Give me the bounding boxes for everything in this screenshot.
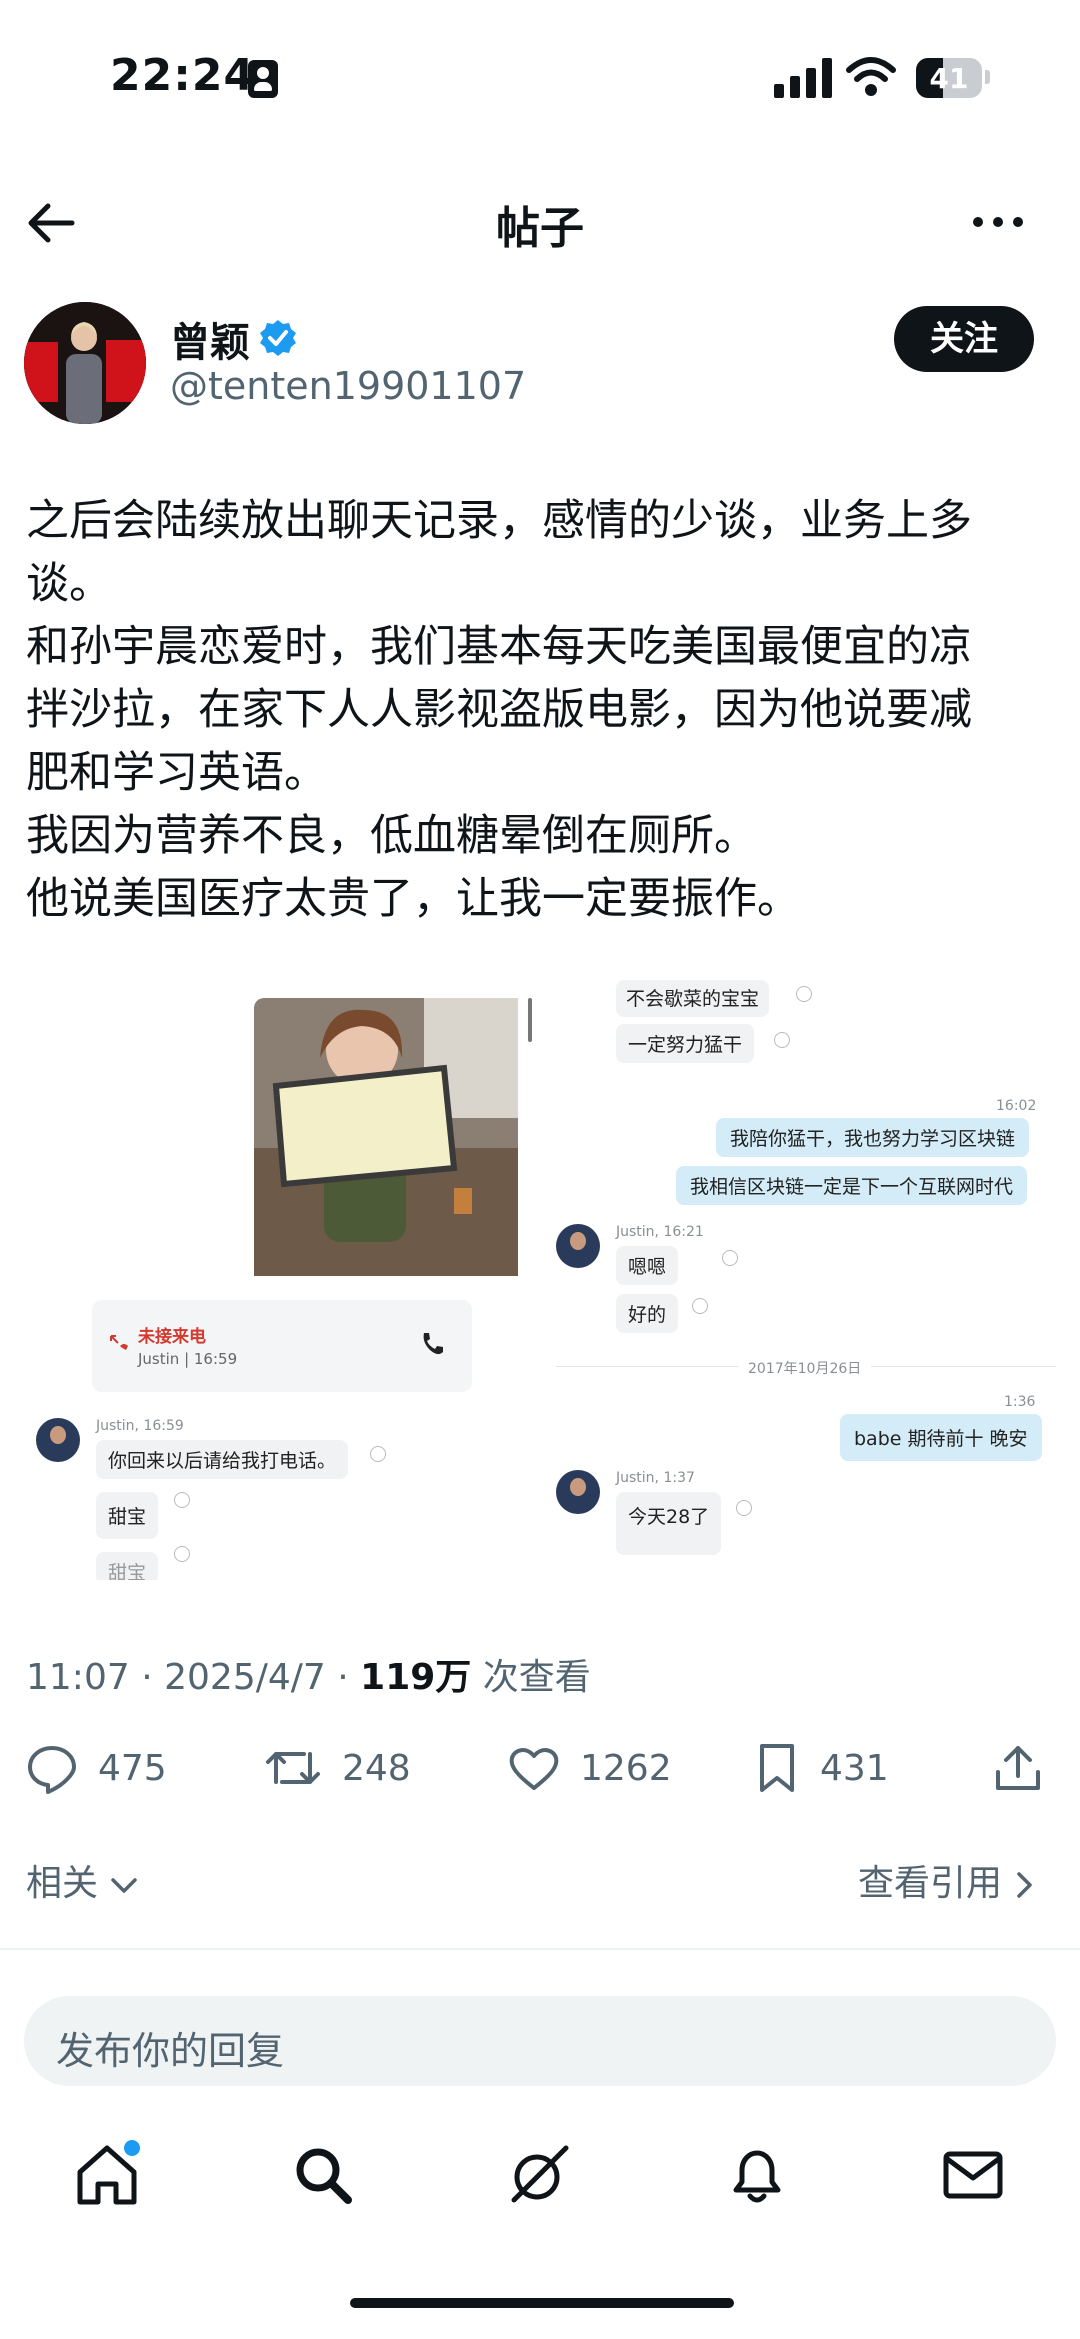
missed-call-label: 未接来电 <box>138 1327 206 1347</box>
cellular-signal-icon <box>774 58 832 98</box>
battery-level: 41 <box>929 62 969 95</box>
search-icon[interactable] <box>288 2140 358 2210</box>
author-name[interactable]: 曾颖 <box>170 310 250 368</box>
post-date: 2025/4/7 <box>164 1657 326 1698</box>
post-time: 11:07 <box>26 1657 130 1698</box>
emoji-icon <box>722 1250 738 1266</box>
bookmark-icon <box>760 1744 794 1792</box>
like-count: 1262 <box>580 1747 672 1789</box>
chat-message: 甜宝 <box>96 1492 159 1539</box>
author-avatar[interactable] <box>24 302 146 424</box>
post-line: 谈。 <box>26 559 112 609</box>
chat-message: 嗯嗯 <box>616 1246 679 1285</box>
chat-message: 好的 <box>616 1294 679 1333</box>
view-quotes-label: 查看引用 <box>858 1863 1003 1904</box>
post-line: 之后会陆续放出聊天记录，感情的少谈，业务上多 <box>26 496 972 546</box>
post-line: 和孙宇晨恋爱时，我们基本每天吃美国最便宜的凉 <box>26 622 972 672</box>
battery-tip <box>985 70 990 84</box>
chat-message: 你回来以后请给我打电话。 <box>96 1440 349 1479</box>
like-button[interactable]: 1262 <box>506 1738 672 1798</box>
date-divider: 2017年10月26日 <box>738 1358 872 1378</box>
meta-separator: · <box>141 1657 153 1698</box>
reply-placeholder: 发布你的回复 <box>56 2029 285 2073</box>
heart-icon <box>509 1748 559 1790</box>
page-title: 帖子 <box>496 203 584 254</box>
follow-button[interactable]: 关注 <box>894 306 1034 372</box>
reply-count: 475 <box>98 1747 167 1789</box>
id-card-icon <box>248 60 278 98</box>
scroll-indicator <box>528 998 532 1042</box>
reply-icon <box>28 1746 76 1794</box>
status-time: 22:24 <box>110 50 256 101</box>
justin-avatar <box>556 1224 600 1268</box>
home-indicator <box>350 2298 734 2308</box>
divider <box>0 1948 1080 1950</box>
post-text: 之后会陆续放出聊天记录，感情的少谈，业务上多 谈。 和孙宇晨恋爱时，我们基本每天… <box>26 490 1066 931</box>
repost-icon <box>266 1752 320 1784</box>
chat-message-out: 我相信区块链一定是下一个互联网时代 <box>676 1166 1028 1205</box>
notification-dot <box>124 2140 140 2156</box>
chat-time: 1:36 <box>1004 1394 1036 1410</box>
post-line: 他说美国医疗太贵了，让我一定要振作。 <box>26 874 800 924</box>
post-image[interactable]: 未接来电 Justin | 16:59 Justin, 16:59 你回来以后请… <box>26 980 1056 1580</box>
related-label: 相关 <box>26 1863 99 1904</box>
justin-avatar <box>556 1470 600 1514</box>
battery-icon: 41 <box>916 58 982 98</box>
chat-meta: Justin, 1:37 <box>616 1470 695 1486</box>
related-toggle[interactable]: 相关 <box>26 1854 139 1906</box>
repost-count: 248 <box>342 1747 411 1789</box>
missed-call-icon <box>110 1335 128 1350</box>
chat-message: 甜宝 <box>96 1552 159 1580</box>
chat-message: 一定努力猛干 <box>616 1024 755 1063</box>
share-button[interactable] <box>990 1738 1064 1798</box>
notifications-icon[interactable] <box>722 2140 792 2210</box>
emoji-icon <box>692 1298 708 1314</box>
emoji-icon <box>736 1500 752 1516</box>
emoji-icon <box>174 1492 190 1508</box>
repost-button[interactable]: 248 <box>262 1738 411 1798</box>
bookmark-count: 431 <box>820 1747 889 1789</box>
phone-icon <box>423 1333 443 1355</box>
post-meta: 11:07 · 2025/4/7 · 119万 次查看 <box>26 1648 591 1700</box>
meta-separator: · <box>337 1657 349 1698</box>
share-icon <box>996 1746 1040 1790</box>
chat-time: 16:02 <box>996 1098 1037 1114</box>
bookmark-button[interactable]: 431 <box>752 1738 889 1798</box>
chat-meta: Justin, 16:59 <box>96 1418 184 1434</box>
post-line: 拌沙拉，在家下人人影视盗版电影，因为他说要减 <box>26 685 972 735</box>
emoji-icon <box>370 1446 386 1462</box>
view-quotes-link[interactable]: 查看引用 <box>858 1854 1035 1906</box>
grok-icon[interactable] <box>504 2140 574 2210</box>
post-line: 我因为营养不良，低血糖晕倒在厕所。 <box>26 811 757 861</box>
wifi-icon <box>846 57 896 96</box>
post-line: 肥和学习英语。 <box>26 748 327 798</box>
chat-meta: Justin, 16:21 <box>616 1224 704 1240</box>
view-count: 119万 <box>360 1657 472 1698</box>
view-suffix: 次查看 <box>482 1657 591 1698</box>
emoji-icon <box>774 1032 790 1048</box>
emoji-icon <box>796 986 812 1002</box>
messages-icon[interactable] <box>938 2140 1008 2210</box>
chat-message: 不会歇菜的宝宝 <box>616 980 770 1017</box>
missed-call-card: 未接来电 Justin | 16:59 <box>92 1300 472 1392</box>
author-handle[interactable]: @tenten19901107 <box>170 364 526 408</box>
avatar-photo <box>24 302 146 424</box>
verified-badge-icon <box>260 320 296 356</box>
chevron-down-icon <box>111 1878 138 1893</box>
reply-button[interactable]: 475 <box>24 1738 167 1798</box>
missed-call-sub: Justin | 16:59 <box>138 1350 238 1368</box>
chat-message-out: babe 期待前十 晚安 <box>840 1414 1042 1461</box>
more-options-icon[interactable] <box>968 200 1028 244</box>
photo-thumbnail <box>254 998 518 1276</box>
emoji-icon <box>174 1546 190 1562</box>
justin-avatar <box>36 1418 80 1462</box>
chat-message-out: 我陪你猛干，我也努力学习区块链 <box>716 1118 1030 1157</box>
chevron-right-icon <box>1017 1872 1033 1898</box>
chat-message: 今天28了 <box>616 1492 722 1555</box>
